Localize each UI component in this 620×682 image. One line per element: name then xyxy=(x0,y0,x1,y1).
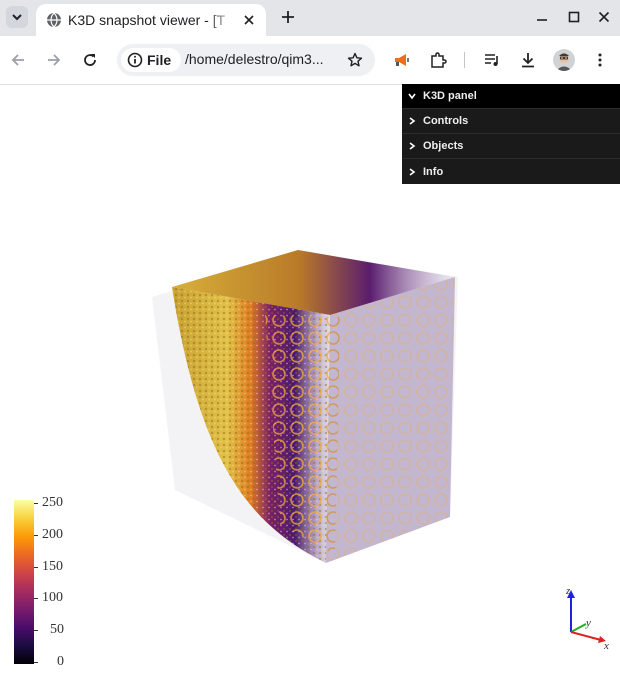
colorbar-tick-mark xyxy=(34,535,38,536)
volume-render xyxy=(152,250,458,563)
close-icon xyxy=(244,15,254,25)
k3d-panel: K3D panel Controls Objects Info xyxy=(402,84,620,184)
arrow-left-icon xyxy=(11,54,24,66)
close-window-button[interactable] xyxy=(594,7,614,27)
section-label: Controls xyxy=(423,115,469,127)
puzzle-icon xyxy=(431,52,447,68)
browser-menu-button[interactable] xyxy=(588,48,612,72)
x-axis-label: x xyxy=(603,640,609,652)
colorbar xyxy=(14,500,34,664)
toolbar-separator xyxy=(464,52,465,68)
colorbar-tick-mark xyxy=(34,567,38,568)
chevron-right-icon xyxy=(407,116,417,126)
downloads-button[interactable] xyxy=(516,48,540,72)
k3d-panel-header[interactable]: K3D panel xyxy=(402,84,620,109)
address-bar[interactable]: File /home/delestro/qim3... xyxy=(117,44,375,76)
info-icon xyxy=(127,52,143,68)
colorbar-tick-label: 200 xyxy=(42,527,63,542)
chevron-down-icon xyxy=(12,14,22,21)
tab-close-button[interactable] xyxy=(240,11,258,29)
k3d-section-objects[interactable]: Objects xyxy=(402,134,620,159)
colorbar-tick-mark xyxy=(34,630,38,631)
extensions-button[interactable] xyxy=(426,48,450,72)
browser-toolbar: File /home/delestro/qim3... xyxy=(0,36,620,85)
chevron-right-icon xyxy=(407,167,417,177)
colorbar-tick-mark xyxy=(34,662,38,663)
avatar-icon xyxy=(556,53,572,71)
z-axis-label: z xyxy=(565,585,571,597)
minimize-icon xyxy=(537,19,547,21)
scheme-label: File xyxy=(147,52,172,68)
profile-avatar[interactable] xyxy=(553,49,575,71)
x-axis-line xyxy=(570,631,602,641)
extension-button[interactable] xyxy=(390,48,414,72)
media-queue-icon xyxy=(485,54,498,66)
k3d-section-info[interactable]: Info xyxy=(402,159,620,184)
y-axis-line xyxy=(570,623,587,633)
colorbar-tick-mark xyxy=(34,503,38,504)
y-axis-label: y xyxy=(585,617,591,629)
active-tab[interactable]: K3D snapshot viewer - [T xyxy=(36,4,266,36)
k3d-panel-title: K3D panel xyxy=(423,90,477,102)
download-icon xyxy=(522,53,534,68)
star-icon xyxy=(347,52,363,67)
colorbar-tick-label: 0 xyxy=(57,654,64,669)
forward-button[interactable] xyxy=(42,48,66,72)
colorbar-tick-label: 100 xyxy=(42,590,63,605)
minimize-button[interactable] xyxy=(532,7,552,27)
tab-strip: K3D snapshot viewer - [T xyxy=(0,0,620,36)
back-button[interactable] xyxy=(6,48,30,72)
new-tab-button[interactable] xyxy=(278,7,298,27)
section-label: Objects xyxy=(423,140,464,152)
chevron-down-icon xyxy=(407,91,417,101)
bookmark-button[interactable] xyxy=(343,48,367,72)
media-controls-button[interactable] xyxy=(480,48,504,72)
colorbar-tick-label: 250 xyxy=(42,495,63,510)
volume-cube xyxy=(152,250,458,563)
axes-helper: z y x xyxy=(565,585,609,652)
colorbar-tick-label: 150 xyxy=(42,559,63,574)
tab-search-button[interactable] xyxy=(6,6,28,28)
3d-viewport[interactable] xyxy=(0,185,620,678)
megaphone-icon xyxy=(395,54,409,66)
k3d-section-controls[interactable]: Controls xyxy=(402,109,620,134)
plus-icon xyxy=(282,11,294,23)
colorbar-tick-mark xyxy=(34,598,38,599)
maximize-button[interactable] xyxy=(564,7,584,27)
reload-button[interactable] xyxy=(78,48,102,72)
tab-title-fade xyxy=(206,8,238,30)
kebab-menu-icon xyxy=(598,53,602,67)
section-label: Info xyxy=(423,165,444,178)
url-text[interactable]: /home/delestro/qim3... xyxy=(185,51,324,67)
reload-icon xyxy=(84,54,96,66)
site-info-chip[interactable]: File xyxy=(121,48,181,72)
globe-icon xyxy=(47,12,61,28)
arrow-right-icon xyxy=(48,54,61,66)
chevron-right-icon xyxy=(407,141,417,151)
maximize-icon xyxy=(568,11,580,23)
colorbar-tick-label: 50 xyxy=(50,622,64,637)
close-icon xyxy=(598,11,610,23)
